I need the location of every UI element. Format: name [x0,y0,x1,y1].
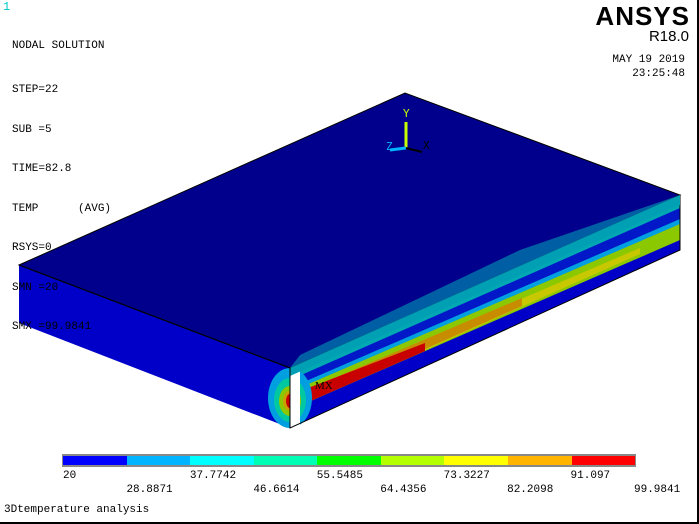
info-line: SMN =20 [12,281,59,294]
info-line: SMX =99.9841 [12,321,92,333]
date: MAY 19 2019 [612,54,685,66]
legend-label: 64.4356 [380,484,427,496]
legend-swatch [380,456,445,465]
info-line: TIME=82.8 [12,163,72,175]
legend-label: 55.5485 [316,470,363,482]
legend-swatch [571,456,636,465]
legend-label: 99.9841 [634,484,681,496]
legend-swatch [253,456,318,465]
plot-title: 3Dtemperature analysis [4,504,150,516]
time: 23:25:48 [632,68,685,80]
legend-label: 91.097 [570,470,611,482]
version: R18.0 [648,28,689,45]
legend-swatch [444,456,508,465]
solution-info: NODAL SOLUTION STEP=22 SUB =5 TIME=82.8 … [12,16,111,349]
legend-swatch [317,456,381,465]
legend-label: 73.3227 [443,470,490,482]
info-line: TEMP (AVG) [12,202,112,215]
legend-label: 37.7742 [189,470,237,482]
legend-swatch [63,456,127,465]
info-line: SUB =5 [12,123,52,136]
info-line: RSYS=0 [12,242,52,254]
legend-label: 28.8871 [126,484,173,496]
legend-swatch [507,456,572,465]
legend-label: 82.2098 [507,484,554,496]
legend-label: 20 [63,470,77,482]
legend-label: 46.6614 [253,484,300,496]
window-number: 1 [3,0,11,14]
info-line: NODAL SOLUTION [12,40,105,52]
contour-legend [62,454,636,467]
info-line: STEP=22 [12,84,59,96]
legend-swatch [190,456,254,465]
legend-swatch [126,456,191,465]
